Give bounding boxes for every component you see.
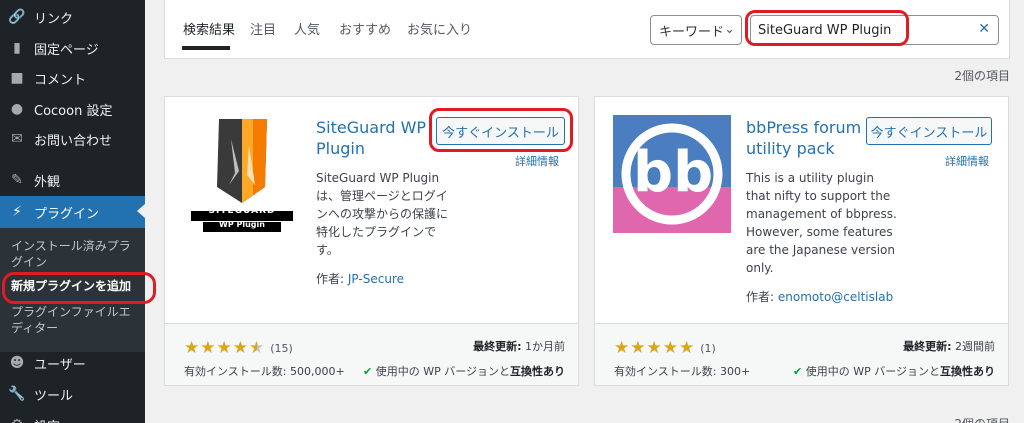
- star-filled-icon: ★: [614, 338, 631, 358]
- plugin-card-footer: ★ ★ ★ ★ ★ (1) 最終更新: 2週間前 有効インストール数: 300+…: [595, 323, 1008, 385]
- star-filled-icon: ★: [679, 338, 696, 358]
- last-updated: 最終更新: 2週間前: [903, 340, 995, 353]
- more-details-link[interactable]: 詳細情報: [515, 153, 559, 169]
- more-details-link[interactable]: 詳細情報: [945, 153, 989, 169]
- bbpress-logo-text: bb: [633, 140, 714, 205]
- menu-item-tools[interactable]: 🔧 ツール: [0, 379, 145, 409]
- tab-popular[interactable]: 人気: [294, 19, 320, 38]
- circle-icon: ●: [10, 101, 24, 117]
- chevron-down-icon: ⌄: [724, 22, 735, 37]
- install-now-button[interactable]: 今すぐインストール: [866, 117, 992, 145]
- plugin-name-line2[interactable]: utility pack: [746, 138, 835, 159]
- brush-icon: ✎: [11, 172, 23, 188]
- highlight-ring-install: [429, 108, 573, 152]
- rating-count[interactable]: (15): [270, 342, 293, 355]
- star-half-icon: ★: [249, 338, 266, 358]
- star-rating: ★ ★ ★ ★ ★ (15): [184, 338, 293, 358]
- highlight-ring-search: [745, 10, 909, 46]
- rating-count[interactable]: (1): [700, 342, 716, 355]
- menu-item-cocoon[interactable]: ● Cocoon 設定: [0, 94, 145, 124]
- plugin-card-siteguard: SITEGUARD WP Plugin SiteGuard WP Plugin …: [164, 96, 579, 386]
- settings-icon: ⚙: [8, 417, 26, 423]
- compatibility: ✔ 使用中の WP バージョンと互換性あり: [792, 365, 995, 378]
- star-filled-icon: ★: [232, 338, 249, 358]
- tab-recommended[interactable]: おすすめ: [339, 19, 391, 38]
- star-filled-icon: ★: [184, 338, 201, 358]
- active-tab-indicator: [182, 46, 230, 50]
- check-icon: ✔: [792, 365, 803, 378]
- plugin-card-bbpress: bb bbPress forum utility pack 今すぐインストール …: [594, 96, 1009, 386]
- plugin-name-line2[interactable]: Plugin: [316, 138, 365, 159]
- menu-item-appearance[interactable]: ✎ 外観: [0, 165, 145, 195]
- menu-item-links[interactable]: 🔗 リンク: [0, 2, 145, 32]
- page-icon: ▮: [13, 40, 21, 56]
- star-filled-icon: ★: [630, 338, 647, 358]
- menu-item-contact[interactable]: ✉ お問い合わせ: [0, 124, 145, 154]
- check-icon: ✔: [362, 365, 373, 378]
- plugin-icon: ⚡: [12, 204, 22, 220]
- plugin-card-footer: ★ ★ ★ ★ ★ (15) 最終更新: 1か月前 有効インストール数: 500…: [165, 323, 578, 385]
- star-filled-icon: ★: [646, 338, 663, 358]
- admin-sidebar: 🔗 リンク ▮ 固定ページ ■ コメント ● Cocoon 設定 ✉ お問い合わせ ✎ 外観…: [0, 0, 156, 423]
- star-filled-icon: ★: [200, 338, 217, 358]
- tab-search-results[interactable]: 検索結果: [183, 19, 235, 38]
- menu-item-users[interactable]: ☻ ユーザー: [0, 348, 145, 378]
- highlight-ring-add-new: [2, 272, 156, 304]
- result-count: 2個の項目: [954, 69, 1010, 83]
- siteguard-logo-text: SITEGUARD: [208, 206, 276, 216]
- plugin-author: 作者: JP-Secure: [316, 272, 404, 286]
- star-rating: ★ ★ ★ ★ ★ (1): [614, 338, 716, 358]
- comment-icon: ■: [10, 70, 24, 86]
- submenu-plugin-file-editor[interactable]: プラグインファイルエディター: [11, 304, 136, 336]
- plugin-description: This is a utility plugin that nifty to s…: [746, 171, 897, 275]
- compatibility: ✔ 使用中の WP バージョンと互換性あり: [362, 365, 565, 378]
- clear-search-icon[interactable]: ✕: [978, 21, 990, 37]
- plugin-name-line1[interactable]: SiteGuard WP: [316, 117, 426, 138]
- tab-favorites[interactable]: お気に入り: [407, 19, 472, 38]
- last-updated: 最終更新: 1か月前: [473, 340, 565, 353]
- search-type-select[interactable]: キーワード ⌄: [650, 15, 742, 45]
- active-installs: 有効インストール数: 500,000+: [184, 365, 345, 378]
- menu-item-settings[interactable]: ⚙設定: [0, 410, 145, 423]
- siteguard-logo-subtext: WP Plugin: [219, 220, 265, 229]
- star-filled-icon: ★: [216, 338, 233, 358]
- menu-item-pages[interactable]: ▮ 固定ページ: [0, 33, 145, 63]
- menu-item-comments[interactable]: ■ コメント: [0, 63, 145, 93]
- plugin-description: SiteGuard WP Plugin は、管理ページとログイ ンへの攻撃からの…: [316, 171, 449, 257]
- author-link[interactable]: enomoto@celtislab: [778, 290, 893, 304]
- result-count-bottom: 2個の項目: [954, 415, 1010, 423]
- link-icon: 🔗: [8, 9, 26, 25]
- tab-featured[interactable]: 注目: [250, 19, 276, 38]
- active-installs: 有効インストール数: 300+: [614, 365, 751, 378]
- mail-icon: ✉: [11, 131, 23, 147]
- menu-item-plugins[interactable]: ⚡ プラグイン: [0, 196, 145, 228]
- submenu-installed-plugins[interactable]: インストール済みプラグイン: [11, 238, 136, 270]
- author-link[interactable]: JP-Secure: [348, 272, 404, 286]
- star-filled-icon: ★: [662, 338, 679, 358]
- plugin-author: 作者: enomoto@celtislab: [746, 290, 894, 304]
- plugin-name-line1[interactable]: bbPress forum: [746, 117, 861, 138]
- user-icon: ☻: [9, 355, 25, 371]
- wrench-icon: 🔧: [8, 386, 26, 402]
